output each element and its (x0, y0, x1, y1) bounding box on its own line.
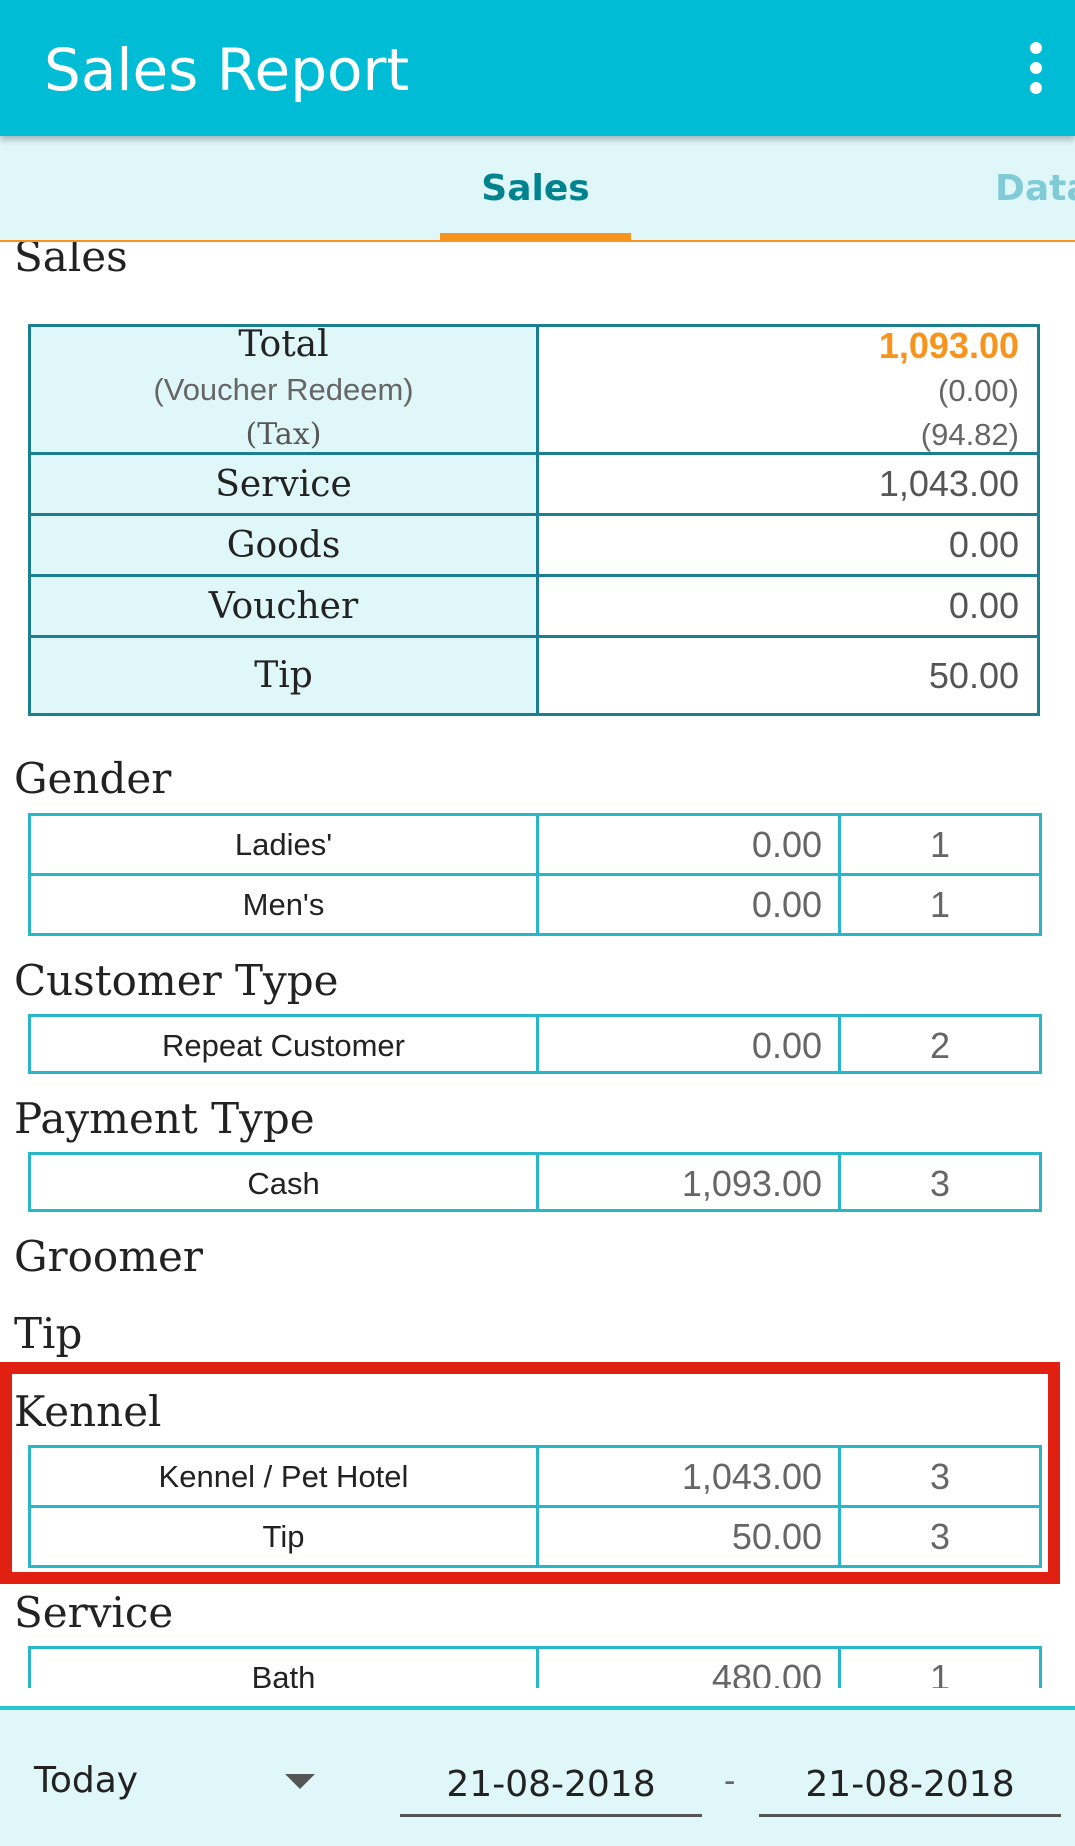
service-label: Service (31, 455, 539, 513)
tip-label: Tip (31, 638, 539, 713)
customer-type-table: Repeat Customer 0.00 2 (28, 1014, 1042, 1074)
row-count: 3 (929, 1455, 951, 1497)
app-bar: Sales Report (0, 0, 1075, 136)
section-title-kennel: Kennel (14, 1387, 162, 1436)
section-title-service: Service (14, 1588, 174, 1637)
row-amount: 0.00 (539, 876, 841, 933)
voucher-value: 0.00 (948, 585, 1019, 626)
date-separator: - (724, 1762, 736, 1800)
goods-label: Goods (31, 516, 539, 574)
tab-bar: Sales Data (0, 136, 1075, 242)
total-label-cell: Total (Voucher Redeem) (Tax) (31, 324, 539, 452)
kennel-table: Kennel / Pet Hotel 1,043.00 3 Tip 50.00 … (28, 1445, 1042, 1568)
row-count: 1 (929, 883, 951, 925)
tab-sales[interactable]: Sales (440, 136, 631, 240)
total-label: Total (238, 323, 329, 365)
section-title-gender: Gender (14, 754, 172, 803)
table-row: Cash 1,093.00 3 (31, 1155, 1039, 1212)
period-dropdown[interactable]: Today (34, 1750, 324, 1820)
dropdown-arrow-icon (285, 1774, 315, 1789)
date-filter-bar: Today 21-08-2018 - 21-08-2018 (0, 1706, 1075, 1846)
table-row: Tip 50.00 3 (31, 1508, 1039, 1565)
service-table: Bath 480.00 1 (28, 1646, 1042, 1688)
table-row: Total (Voucher Redeem) (Tax) 1,093.00 (0… (31, 324, 1037, 455)
table-row: Kennel / Pet Hotel 1,043.00 3 (31, 1448, 1039, 1508)
total-value: 1,093.00 (878, 324, 1019, 366)
period-value: Today (34, 1760, 139, 1801)
table-row: Ladies' 0.00 1 (31, 816, 1039, 876)
row-amount: 1,043.00 (539, 1448, 841, 1505)
section-title-payment-type: Payment Type (14, 1094, 315, 1143)
total-value-cell: 1,093.00 (0.00) (94.82) (539, 325, 1037, 452)
date-from-field[interactable]: 21-08-2018 (400, 1754, 702, 1817)
voucher-label: Voucher (31, 577, 539, 635)
gender-table: Ladies' 0.00 1 Men's 0.00 1 (28, 813, 1042, 936)
service-value: 1,043.00 (878, 463, 1019, 504)
goods-value: 0.00 (948, 524, 1019, 565)
row-label: Kennel / Pet Hotel (31, 1448, 539, 1505)
tip-value: 50.00 (928, 654, 1019, 696)
row-count: 1 (929, 823, 951, 865)
row-amount: 50.00 (539, 1508, 841, 1565)
report-content[interactable]: Sales Total (Voucher Redeem) (Tax) 1,093… (0, 242, 1075, 1688)
tax-label: (Tax) (245, 416, 322, 452)
row-label: Tip (31, 1508, 539, 1565)
row-label: Repeat Customer (31, 1017, 539, 1074)
sales-summary-table: Total (Voucher Redeem) (Tax) 1,093.00 (0… (28, 324, 1040, 716)
row-amount: 480.00 (539, 1649, 841, 1688)
row-count: 3 (929, 1515, 951, 1557)
row-amount: 1,093.00 (539, 1155, 841, 1212)
row-count: 3 (929, 1162, 951, 1204)
table-row: Repeat Customer 0.00 2 (31, 1017, 1039, 1074)
row-label: Cash (31, 1155, 539, 1212)
table-row: Tip 50.00 (31, 638, 1037, 713)
app-title: Sales Report (44, 36, 410, 104)
section-title-customer-type: Customer Type (14, 956, 339, 1005)
tax-value: (94.82) (920, 416, 1019, 452)
table-row: Goods 0.00 (31, 516, 1037, 577)
payment-type-table: Cash 1,093.00 3 (28, 1152, 1042, 1212)
row-label: Bath (31, 1649, 539, 1688)
row-amount: 0.00 (539, 816, 841, 873)
section-title-tip: Tip (14, 1309, 83, 1358)
date-to-field[interactable]: 21-08-2018 (759, 1754, 1061, 1817)
row-count: 2 (929, 1024, 951, 1066)
voucher-redeem-value: (0.00) (938, 372, 1019, 408)
table-row: Service 1,043.00 (31, 455, 1037, 516)
row-amount: 0.00 (539, 1017, 841, 1074)
row-label: Ladies' (31, 816, 539, 873)
row-count: 1 (929, 1656, 951, 1689)
table-row: Men's 0.00 1 (31, 876, 1039, 933)
more-vert-icon[interactable] (1011, 28, 1061, 108)
voucher-redeem-label: (Voucher Redeem) (153, 371, 414, 407)
row-label: Men's (31, 876, 539, 933)
section-title-sales: Sales (14, 242, 128, 281)
table-row: Voucher 0.00 (31, 577, 1037, 638)
table-row: Bath 480.00 1 (31, 1649, 1039, 1688)
section-title-groomer: Groomer (14, 1232, 203, 1281)
tab-data[interactable]: Data (995, 136, 1075, 240)
